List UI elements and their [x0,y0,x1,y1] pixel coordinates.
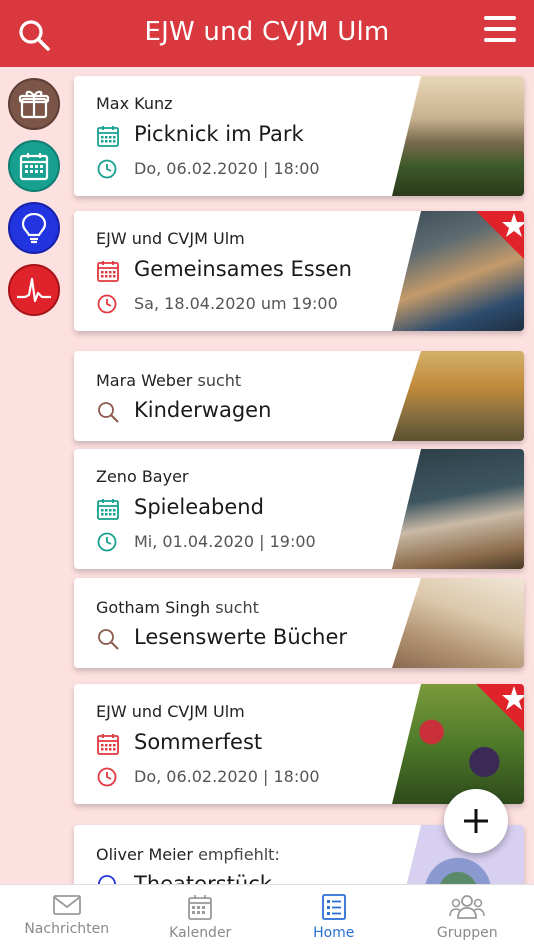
calendar-button[interactable] [8,140,60,192]
card-author: Zeno Bayer [96,467,189,486]
menu-icon[interactable] [484,16,516,44]
event-card[interactable]: EJW und CVJM Ulm Gemeinsames Essen Sa, 1… [74,211,524,331]
list-icon [321,894,346,920]
clock-icon [97,159,117,179]
bottom-tab-bar: Nachrichten Kalender Home Gruppen [0,884,534,950]
mail-icon [52,895,81,915]
calendar-icon [97,734,119,755]
card-author: Max Kunz [96,94,173,113]
card-title: Sommerfest [134,730,263,754]
add-button[interactable] [444,789,508,853]
tab-label: Nachrichten [24,921,110,937]
featured-star-icon [476,211,524,259]
card-title: Lesenswerte Bücher [134,625,348,649]
card-image [392,351,524,441]
app-title: EJW und CVJM Ulm [144,17,390,47]
plus-icon [464,809,488,833]
event-card[interactable]: Max Kunz Picknick im Park Do, 06.02.2020… [74,76,524,196]
calendar-icon [188,895,213,920]
tab-label: Home [313,925,355,941]
lightbulb-icon [21,212,47,244]
search-icon [98,402,119,423]
card-date: Do, 06.02.2020 | 18:00 [134,767,320,786]
card-author-name: Mara Weber [96,371,193,390]
event-card[interactable]: EJW und CVJM Ulm Sommerfest Do, 06.02.20… [74,684,524,804]
calendar-icon [19,153,49,181]
search-icon [98,629,119,650]
card-title: Kinderwagen [134,398,272,422]
card-author-name: Oliver Meier [96,845,193,864]
gift-icon [18,90,50,119]
card-date: Mi, 01.04.2020 | 19:00 [134,532,316,551]
card-author: Oliver Meier empfiehlt: [96,845,280,864]
clock-icon [97,294,117,314]
card-author-verb: sucht [197,371,242,390]
card-image [392,578,524,668]
health-button[interactable] [8,264,60,316]
calendar-icon [97,499,119,520]
calendar-icon [97,261,119,282]
idea-button[interactable] [8,202,60,254]
card-date: Do, 06.02.2020 | 18:00 [134,159,320,178]
heartbeat-icon [17,277,51,303]
card-author-name: Gotham Singh [96,598,211,617]
card-author: EJW und CVJM Ulm [96,702,245,721]
card-image [392,449,524,569]
card-author: EJW und CVJM Ulm [96,229,245,248]
card-title: Gemeinsames Essen [134,257,352,281]
card-title: Picknick im Park [134,122,304,146]
tab-gruppen[interactable]: Gruppen [401,885,534,950]
search-card[interactable]: Gotham Singh sucht Lesenswerte Bücher [74,578,524,668]
tab-label: Kalender [169,925,232,941]
clock-icon [97,532,117,552]
tab-home[interactable]: Home [267,885,401,950]
card-image [392,76,524,196]
calendar-icon [97,126,119,147]
search-card[interactable]: Mara Weber sucht Kinderwagen [74,351,524,441]
card-author: Gotham Singh sucht [96,598,259,617]
app-header: EJW und CVJM Ulm [0,0,534,67]
card-author-verb: empfiehlt: [198,845,280,864]
gift-button[interactable] [8,78,60,130]
tab-nachrichten[interactable]: Nachrichten [0,885,134,950]
featured-star-icon [476,684,524,732]
tab-kalender[interactable]: Kalender [134,885,268,950]
tab-label: Gruppen [436,925,498,941]
card-title: Spieleabend [134,495,264,519]
card-author: Mara Weber sucht [96,371,241,390]
group-icon [449,895,486,919]
card-date: Sa, 18.04.2020 um 19:00 [134,294,338,313]
event-card[interactable]: Zeno Bayer Spieleabend Mi, 01.04.2020 | … [74,449,524,569]
card-author-verb: sucht [215,598,259,617]
clock-icon [97,767,117,787]
